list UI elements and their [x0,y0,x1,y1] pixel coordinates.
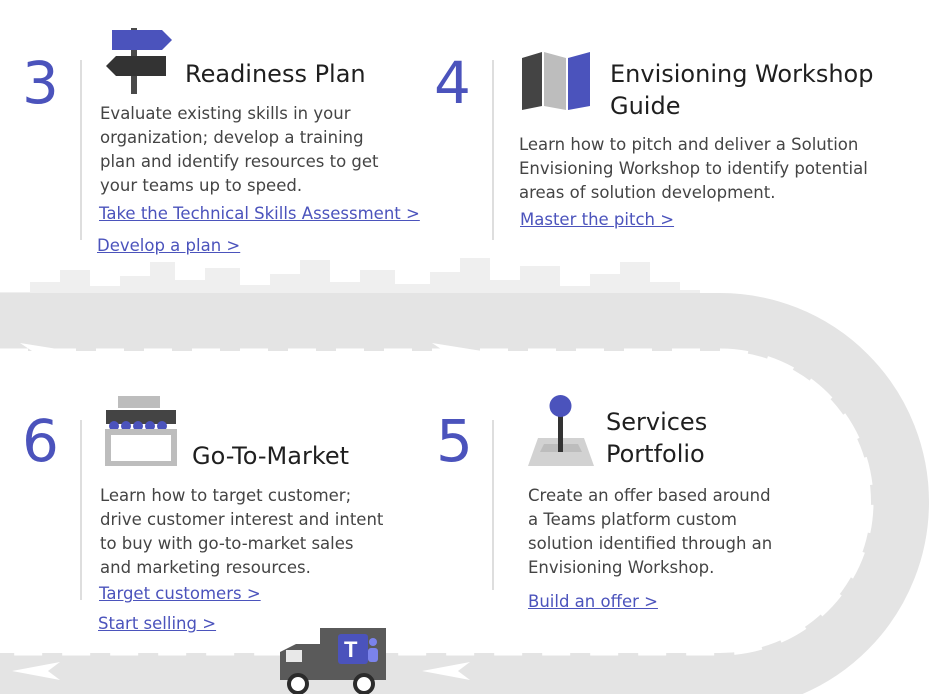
signpost-icon [106,28,172,94]
step-description: Learn how to target customer; drive cust… [100,486,384,577]
step-number-6: 6 [22,407,59,475]
step-number-5: 5 [436,407,473,475]
step-description: Learn how to pitch and deliver a Solutio… [519,135,868,202]
divider [492,60,494,240]
step-number-3: 3 [22,49,59,117]
target-customers-link[interactable]: Target customers > [99,584,261,603]
map-icon [522,52,590,110]
step-number-4: 4 [434,49,471,117]
delivery-truck-icon: T [280,628,386,694]
svg-text:T: T [344,637,358,662]
map-pin-icon [528,395,594,466]
teams-logo-icon: T [338,634,378,664]
master-pitch-link[interactable]: Master the pitch > [520,210,674,229]
skills-assessment-link[interactable]: Take the Technical Skills Assessment > [99,204,420,223]
step-description: Evaluate existing skills in your organiz… [100,104,379,195]
divider [80,60,82,240]
step-title: Services Portfolio [606,408,708,468]
develop-plan-link[interactable]: Develop a plan > [97,236,240,255]
step-description: Create an offer based around a Teams pla… [528,486,773,577]
start-selling-link[interactable]: Start selling > [98,614,216,633]
step-title: Go-To-Market [192,442,350,470]
build-offer-link[interactable]: Build an offer > [528,592,658,611]
divider [492,420,494,590]
divider [80,420,82,600]
step-title: Envisioning Workshop Guide [610,60,874,120]
storefront-icon [105,396,177,466]
step-title: Readiness Plan [185,60,366,88]
